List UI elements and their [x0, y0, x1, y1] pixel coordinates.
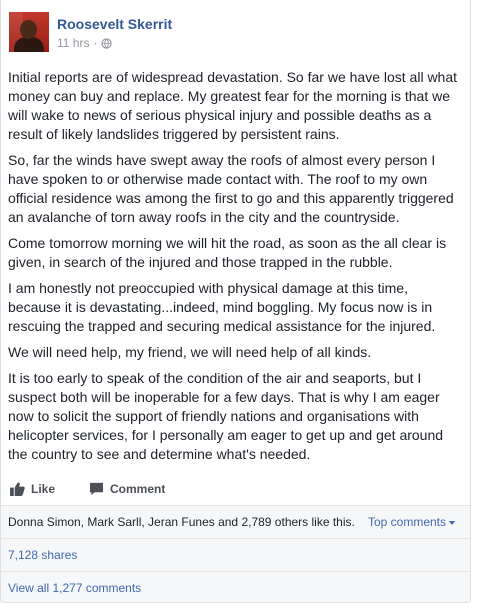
comment-label: Comment [110, 481, 166, 496]
post-timestamp[interactable]: 11 hrs [57, 35, 89, 51]
post-card: Roosevelt Skerrit 11 hrs · Initial repor… [0, 0, 471, 603]
comment-button[interactable]: Comment [89, 482, 165, 496]
author-name[interactable]: Roosevelt Skerrit [57, 15, 172, 33]
view-comments-row: View all 1,277 comments [1, 572, 470, 602]
post-paragraph: So, far the winds have swept away the ro… [8, 152, 454, 225]
caret-down-icon [449, 520, 455, 525]
post-paragraph: We will need help, my friend, we will ne… [8, 344, 372, 360]
shares-row: 7,128 shares [1, 539, 470, 572]
like-label: Like [31, 481, 56, 496]
post-actions: Like Comment [1, 472, 470, 506]
globe-icon[interactable] [101, 37, 113, 49]
thumbs-up-icon [10, 481, 25, 496]
post-paragraph: Initial reports are of widespread devast… [8, 69, 458, 142]
post-subline: 11 hrs · [57, 35, 172, 51]
post-header: Roosevelt Skerrit 11 hrs · [1, 0, 470, 64]
likes-row: Donna Simon, Mark Sarll, Jeran Funes and… [1, 506, 470, 539]
meta-separator: · [93, 36, 98, 50]
like-button[interactable]: Like [10, 482, 55, 496]
post-paragraph: It is too early to speak of the conditio… [8, 370, 444, 462]
feedback-section: Donna Simon, Mark Sarll, Jeran Funes and… [1, 506, 470, 602]
top-comments-label: Top comments [367, 515, 446, 529]
author-avatar[interactable] [9, 12, 49, 52]
post-body: Initial reports are of widespread devast… [1, 64, 470, 464]
speech-bubble-icon [89, 482, 104, 495]
top-comments-dropdown[interactable]: Top comments [368, 515, 463, 529]
post-paragraph: I am honestly not preoccupied with physi… [8, 280, 436, 334]
likes-summary[interactable]: Donna Simon, Mark Sarll, Jeran Funes and… [8, 515, 355, 529]
shares-link[interactable]: 7,128 shares [8, 548, 77, 562]
post-paragraph: Come tomorrow morning we will hit the ro… [8, 235, 447, 270]
post-meta: Roosevelt Skerrit 11 hrs · [57, 12, 172, 51]
view-all-comments-link[interactable]: View all 1,277 comments [8, 581, 141, 595]
